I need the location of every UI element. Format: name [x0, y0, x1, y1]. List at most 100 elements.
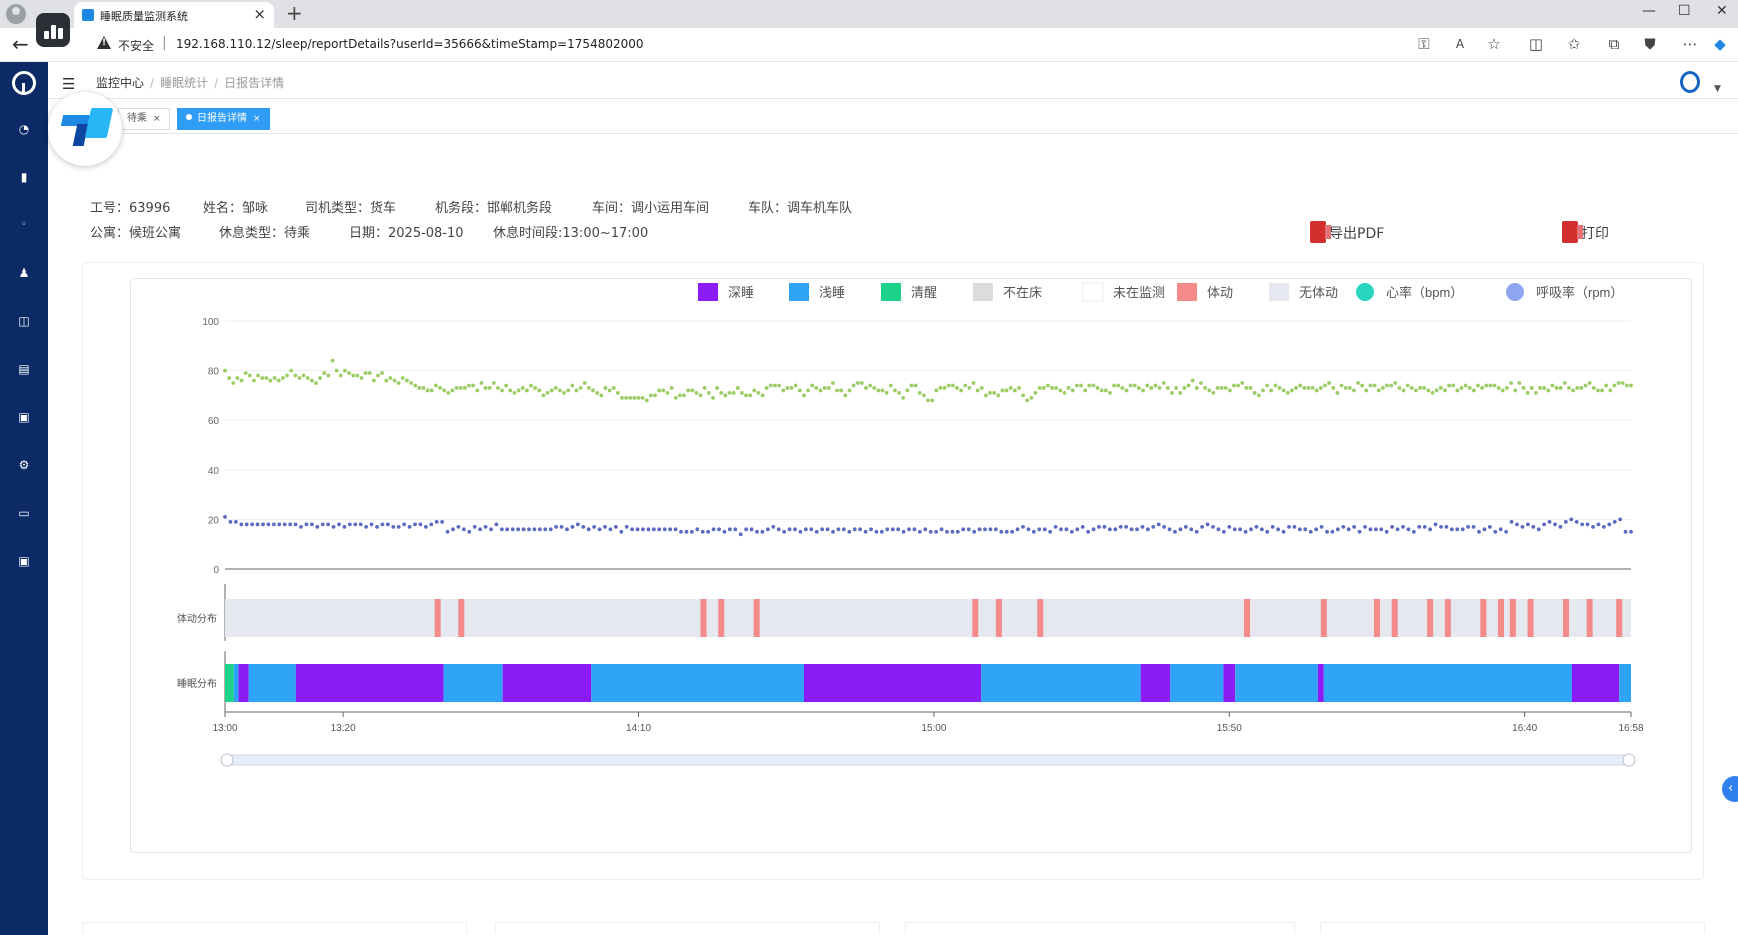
- copilot-icon[interactable]: ◆: [1710, 34, 1730, 54]
- close-window-button[interactable]: ✕: [1716, 3, 1728, 19]
- breath-rate-point: [342, 524, 347, 529]
- breath-rate-point: [1227, 524, 1232, 529]
- breath-rate-point: [841, 527, 846, 532]
- breath-rate-point: [679, 529, 683, 534]
- breadcrumb-item[interactable]: 监控中心: [96, 76, 144, 90]
- heart-rate-point: [988, 391, 992, 395]
- heart-rate-point: [355, 373, 360, 378]
- browser-tab[interactable]: 睡眠质量监测系统 ×: [74, 2, 274, 28]
- breath-rate-point: [1352, 524, 1357, 529]
- heart-rate-point: [475, 388, 480, 393]
- heart-rate-point: [227, 376, 232, 380]
- breath-rate-point: [445, 529, 450, 534]
- legend-marker: [1082, 282, 1104, 302]
- heart-rate-point: [1227, 388, 1232, 393]
- menu-toggle-icon[interactable]: ☰: [62, 75, 75, 93]
- heart-rate-point: [1236, 383, 1241, 388]
- tag-close-icon[interactable]: ×: [153, 114, 161, 124]
- breath-rate-point: [396, 524, 401, 529]
- heart-rate-point: [690, 388, 695, 393]
- heart-rate-point: [1116, 383, 1121, 388]
- tag-close-icon[interactable]: ×: [253, 114, 261, 124]
- heart-rate-point: [1285, 391, 1290, 395]
- more-menu-icon[interactable]: ⋯: [1680, 34, 1700, 54]
- heart-rate-point: [247, 373, 252, 378]
- info-date: 日期：2025-08-10: [349, 226, 464, 241]
- heart-rate-point: [756, 391, 761, 395]
- chevron-down-icon[interactable]: ▼: [1714, 84, 1721, 94]
- minimize-button[interactable]: —: [1642, 3, 1656, 19]
- breath-rate-point: [874, 529, 879, 534]
- favorite-star-icon[interactable]: ☆: [1484, 34, 1504, 54]
- heart-rate-point: [549, 388, 554, 393]
- toolbox-icon[interactable]: ▣: [17, 411, 31, 423]
- new-tab-button[interactable]: +: [286, 1, 303, 25]
- heart-rate-point: [434, 383, 438, 388]
- heart-rate-point: [1281, 388, 1286, 393]
- heart-rate-point: [644, 398, 649, 403]
- heart-rate-point: [1533, 391, 1538, 395]
- brand-logo[interactable]: [48, 92, 122, 166]
- collections-icon[interactable]: ⧉: [1604, 34, 1624, 54]
- monitor-icon[interactable]: ▭: [17, 507, 31, 519]
- key-icon[interactable]: ⚿: [1414, 34, 1434, 54]
- split-screen-icon[interactable]: ◫: [1526, 34, 1546, 54]
- layout-icon[interactable]: ◫: [17, 315, 31, 327]
- extensions-icon[interactable]: ⛊: [1640, 34, 1660, 54]
- monitor-app-icon[interactable]: [36, 13, 70, 47]
- bar-chart-icon[interactable]: ▮: [17, 171, 31, 183]
- read-aloud-icon[interactable]: A: [1450, 34, 1470, 54]
- app-logo-icon[interactable]: [12, 71, 36, 95]
- heart-rate-point: [529, 383, 533, 388]
- user-avatar-icon[interactable]: [1680, 71, 1700, 93]
- body-movement-bar: [995, 599, 1002, 637]
- users-icon[interactable]: ♟: [17, 267, 31, 279]
- collapse-panel-button[interactable]: ‹: [1722, 776, 1738, 802]
- heart-rate-point: [909, 383, 914, 388]
- breath-rate-point: [1629, 529, 1633, 534]
- breath-rate-point: [1390, 524, 1395, 529]
- breath-rate-point: [570, 524, 575, 529]
- heart-rate-point: [413, 383, 418, 388]
- breath-rate-point: [565, 527, 569, 532]
- export-pdf-button[interactable]: 导出PDF: [1310, 221, 1384, 243]
- body-movement-bar: [1563, 599, 1570, 637]
- breath-rate-point: [1113, 527, 1118, 532]
- heart-rate-point: [1095, 386, 1100, 390]
- heart-rate-point: [711, 395, 715, 400]
- heart-rate-point: [1153, 383, 1158, 388]
- maximize-button[interactable]: ☐: [1678, 3, 1691, 19]
- zoom-handle-right: [1622, 753, 1636, 767]
- breath-rate-point: [299, 524, 303, 529]
- heart-rate-point: [735, 386, 740, 390]
- print-button[interactable]: 打印: [1562, 221, 1609, 243]
- tab-close-button[interactable]: ×: [253, 5, 266, 23]
- url-input[interactable]: 192.168.110.12/sleep/reportDetails?userI…: [176, 37, 644, 51]
- back-arrow-icon[interactable]: ←: [12, 32, 29, 56]
- heart-rate-point: [1261, 388, 1265, 393]
- heart-rate-point: [682, 393, 686, 398]
- breath-rate-point: [1064, 527, 1069, 532]
- favorites-icon[interactable]: ✩: [1564, 34, 1584, 54]
- breath-rate-point: [1553, 522, 1557, 527]
- heart-rate-point: [1008, 386, 1013, 390]
- breath-rate-point: [858, 527, 863, 532]
- heart-rate-point: [508, 388, 513, 393]
- tag-report-details[interactable]: 日报告详情 ×: [177, 108, 270, 130]
- report-icon[interactable]: ▤: [17, 363, 31, 375]
- tag-waiting[interactable]: 待乘 ×: [118, 108, 170, 130]
- breadcrumb-item[interactable]: 睡眠统计: [160, 76, 208, 90]
- heart-rate-point: [318, 376, 323, 380]
- signal-icon[interactable]: ◦: [17, 219, 31, 231]
- heart-rate-point: [260, 376, 265, 380]
- dashboard-icon[interactable]: ◔: [17, 123, 31, 135]
- zoom-slider-track: [222, 754, 1634, 766]
- profile-avatar-icon[interactable]: [6, 4, 26, 24]
- breath-rate-point: [1254, 524, 1259, 529]
- briefcase-icon[interactable]: ▣: [17, 555, 31, 567]
- breath-rate-point: [244, 522, 249, 527]
- legend-marker: [1269, 283, 1289, 301]
- breath-rate-point: [1004, 529, 1009, 534]
- insecure-label[interactable]: 不安全: [118, 37, 154, 54]
- settings-gear-icon[interactable]: ⚙: [17, 459, 31, 471]
